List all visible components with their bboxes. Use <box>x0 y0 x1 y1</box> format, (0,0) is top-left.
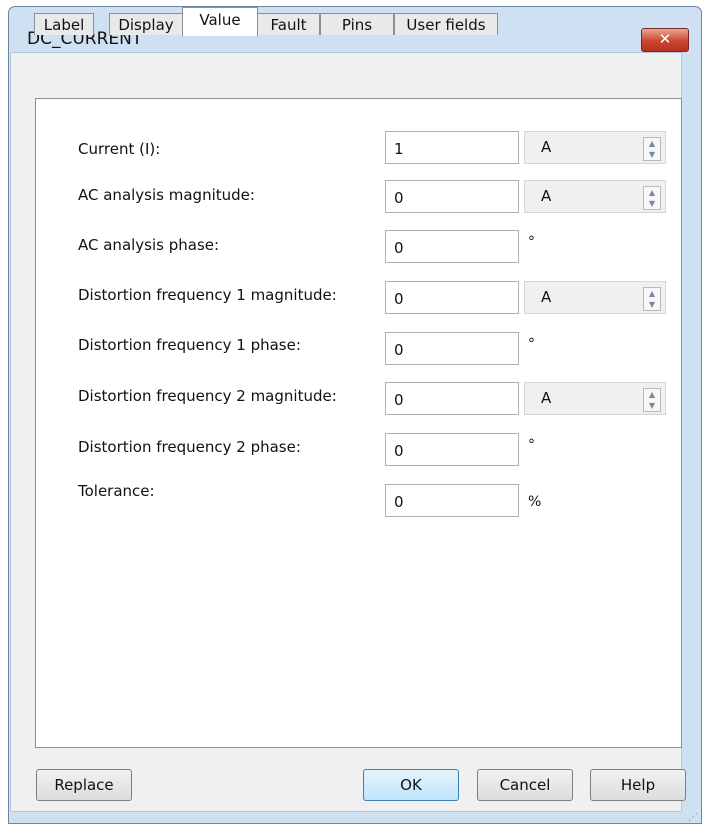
dist1-phase-input[interactable]: 0 <box>385 332 519 365</box>
dist2-magnitude-unit-spinner[interactable]: A ▲ ▼ <box>524 382 666 415</box>
current-label: Current (I): <box>78 140 161 158</box>
dist1-magnitude-input[interactable]: 0 <box>385 281 519 314</box>
dist1-magnitude-spin-buttons[interactable]: ▲ ▼ <box>643 287 661 311</box>
replace-button[interactable]: Replace <box>36 769 132 801</box>
close-button[interactable]: ✕ <box>641 28 689 52</box>
dist2-magnitude-label: Distortion frequency 2 magnitude: <box>78 387 337 405</box>
ac-magnitude-spin-buttons[interactable]: ▲ ▼ <box>643 186 661 210</box>
spin-down-icon[interactable]: ▼ <box>644 400 660 411</box>
current-unit-spinner[interactable]: A ▲ ▼ <box>524 131 666 164</box>
ac-magnitude-label: AC analysis magnitude: <box>78 186 255 204</box>
ac-phase-input[interactable]: 0 <box>385 230 519 263</box>
tab-fault[interactable]: Fault <box>257 13 320 35</box>
dist1-phase-label: Distortion frequency 1 phase: <box>78 336 301 354</box>
dist2-phase-unit: ° <box>528 437 535 453</box>
ac-phase-unit: ° <box>528 234 535 250</box>
dist1-magnitude-label: Distortion frequency 1 magnitude: <box>78 286 337 304</box>
close-icon: ✕ <box>658 30 672 48</box>
dist2-magnitude-spin-buttons[interactable]: ▲ ▼ <box>643 388 661 412</box>
tab-display[interactable]: Display <box>109 13 183 35</box>
spin-down-icon[interactable]: ▼ <box>644 149 660 160</box>
dist2-magnitude-unit: A <box>541 389 552 407</box>
spin-down-icon[interactable]: ▼ <box>644 299 660 310</box>
spin-up-icon[interactable]: ▲ <box>644 138 660 149</box>
tab-label[interactable]: Label <box>34 13 94 35</box>
dist1-magnitude-unit-spinner[interactable]: A ▲ ▼ <box>524 281 666 314</box>
tolerance-label: Tolerance: <box>78 482 155 500</box>
ac-phase-label: AC analysis phase: <box>78 236 220 254</box>
ac-magnitude-unit: A <box>541 187 552 205</box>
spin-up-icon[interactable]: ▲ <box>644 389 660 400</box>
spin-up-icon[interactable]: ▲ <box>644 187 660 198</box>
dist2-phase-input[interactable]: 0 <box>385 433 519 466</box>
current-input[interactable]: 1 <box>385 131 519 164</box>
current-spin-buttons[interactable]: ▲ ▼ <box>643 137 661 161</box>
dist1-phase-unit: ° <box>528 336 535 352</box>
tab-pins[interactable]: Pins <box>320 13 394 35</box>
spin-up-icon[interactable]: ▲ <box>644 288 660 299</box>
tolerance-input[interactable]: 0 <box>385 484 519 517</box>
current-unit: A <box>541 138 552 156</box>
spin-down-icon[interactable]: ▼ <box>644 198 660 209</box>
dist2-magnitude-input[interactable]: 0 <box>385 382 519 415</box>
ok-button[interactable]: OK <box>363 769 459 801</box>
resize-grip-icon[interactable]: ⋰ <box>688 812 699 823</box>
ac-magnitude-input[interactable]: 0 <box>385 180 519 213</box>
tab-value[interactable]: Value <box>182 7 258 36</box>
tab-user-fields[interactable]: User fields <box>394 13 498 35</box>
tolerance-unit: % <box>528 494 542 510</box>
dist2-phase-label: Distortion frequency 2 phase: <box>78 438 301 456</box>
ac-magnitude-unit-spinner[interactable]: A ▲ ▼ <box>524 180 666 213</box>
help-button[interactable]: Help <box>590 769 686 801</box>
cancel-button[interactable]: Cancel <box>477 769 573 801</box>
dist1-magnitude-unit: A <box>541 288 552 306</box>
